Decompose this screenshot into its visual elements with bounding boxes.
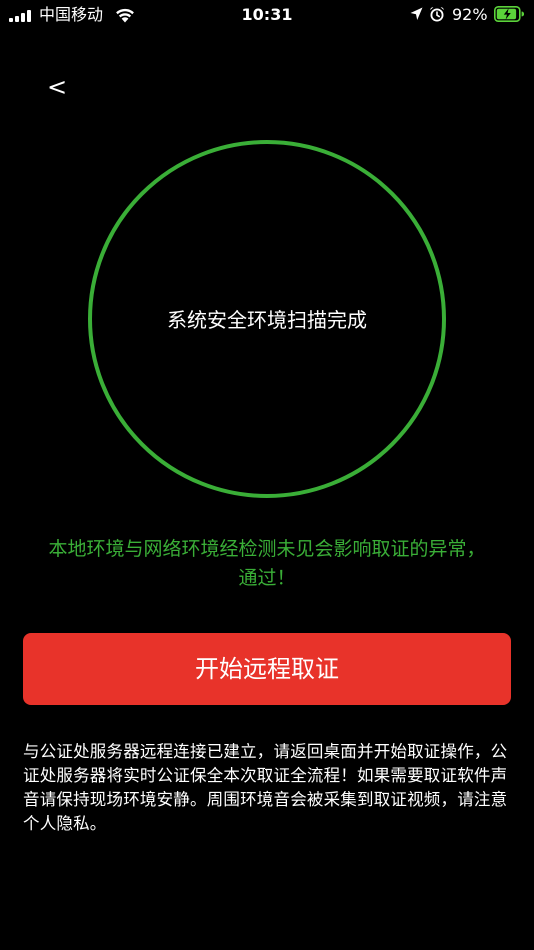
alarm-icon [430, 7, 444, 22]
battery-percent: 92% [452, 5, 488, 24]
location-icon [410, 7, 423, 20]
check-result-message: 本地环境与网络环境经检测未见会影响取证的异常，通过！ [48, 538, 486, 589]
battery-icon [494, 6, 524, 22]
scan-status-text: 系统安全环境扫描完成 [167, 308, 367, 332]
status-bar: 中国移动 10:31 92% [0, 0, 534, 32]
start-remote-evidence-button[interactable]: 开始远程取证 [23, 633, 511, 705]
connection-notice: 与公证处服务器远程连接已建立，请返回桌面并开始取证操作，公证处服务器将实时公证保… [23, 742, 508, 833]
back-button[interactable]: < [40, 70, 74, 104]
